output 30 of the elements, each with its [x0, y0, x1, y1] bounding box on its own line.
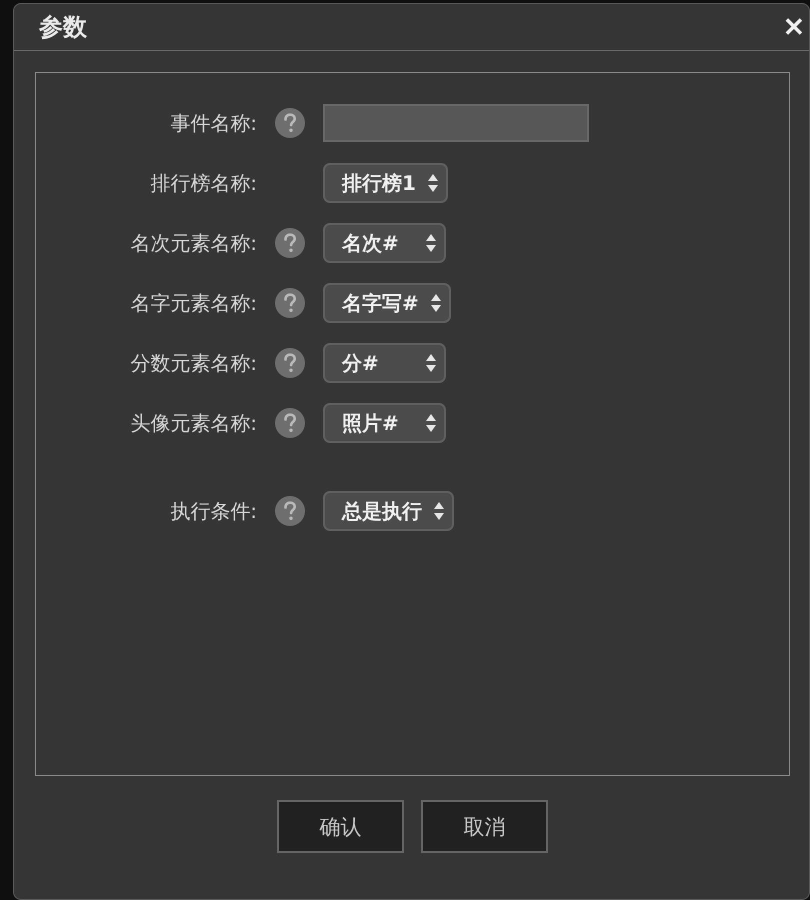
help-icon[interactable]: [275, 408, 305, 438]
help-icon[interactable]: [275, 288, 305, 318]
up-down-arrows-icon: [434, 502, 444, 520]
dropdown[interactable]: 排行榜1: [323, 163, 448, 203]
help-icon[interactable]: [275, 108, 305, 138]
dialog-button[interactable]: 确认: [277, 800, 404, 853]
dialog-button[interactable]: 取消: [421, 800, 548, 853]
help-icon[interactable]: [275, 348, 305, 378]
help-icon[interactable]: [275, 496, 305, 526]
dropdown[interactable]: 照片#: [323, 403, 446, 443]
field-label: 名字元素名称:: [129, 290, 257, 316]
help-icon[interactable]: [275, 228, 305, 258]
up-down-arrows-icon: [426, 414, 436, 432]
close-button[interactable]: ✕: [783, 14, 805, 40]
dropdown[interactable]: 分#: [323, 343, 446, 383]
up-down-arrows-icon: [426, 234, 436, 252]
field-label: 事件名称:: [169, 110, 257, 136]
up-down-arrows-icon: [426, 354, 436, 372]
dropdown[interactable]: 名次#: [323, 223, 446, 263]
up-down-arrows-icon: [430, 294, 441, 312]
field-label: 分数元素名称:: [129, 350, 257, 376]
input-field[interactable]: [323, 104, 589, 142]
window-title: 参数: [39, 12, 87, 43]
up-down-arrows-icon: [428, 174, 438, 192]
dropdown[interactable]: 名字写#: [323, 283, 451, 323]
field-label: 排行榜名称:: [149, 170, 257, 196]
dropdown[interactable]: 总是执行: [323, 491, 454, 531]
field-label: 头像元素名称:: [129, 410, 257, 436]
field-label: 执行条件:: [169, 498, 257, 524]
field-label: 名次元素名称:: [129, 230, 257, 256]
